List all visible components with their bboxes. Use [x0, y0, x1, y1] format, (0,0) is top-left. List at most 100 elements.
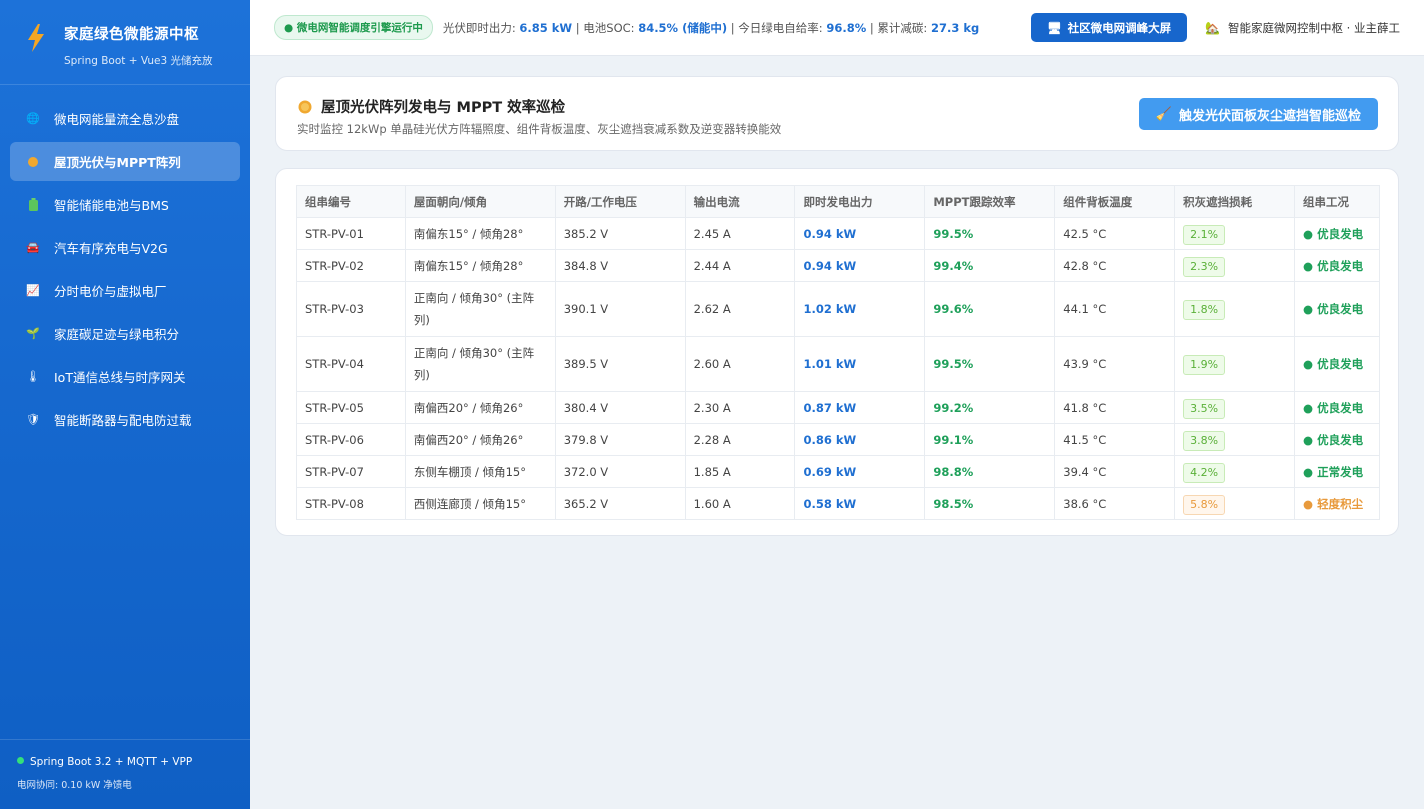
power-output-cell: 1.01 kW — [794, 336, 926, 392]
voltage-cell: 380.4 V — [554, 391, 686, 424]
power-output-cell: 1.02 kW — [794, 281, 926, 337]
sidebar-item-6[interactable]: 🌡 IoT通信总线与时序网关 — [10, 357, 240, 396]
backplate-temp-cell: 42.5 °C — [1054, 217, 1176, 250]
power-output: 1.02 kW — [803, 302, 857, 316]
sidebar-item-1[interactable]: 屋顶光伏与MPPT阵列 — [10, 142, 240, 181]
dust-loss-cell: 5.8% — [1174, 487, 1296, 520]
live-stats: 光伏即时出力: 6.85 kW | 电池SOC: 84.5% (储能中) | 今… — [443, 20, 979, 36]
voltage-cell: 385.2 V — [554, 217, 686, 250]
power-output: 0.69 kW — [803, 464, 857, 479]
sidebar-item-label: 智能储能电池与BMS — [54, 198, 169, 213]
string-status: ● 优良发电 — [1303, 258, 1364, 273]
string-status: ● 优良发电 — [1303, 432, 1364, 447]
power-output-cell: 0.94 kW — [794, 249, 926, 282]
string-status-cell: ● 优良发电 — [1294, 281, 1380, 337]
string-status-cell: ● 优良发电 — [1294, 423, 1380, 456]
brush-icon: 🧹 — [1155, 106, 1172, 122]
power-output-cell: 0.94 kW — [794, 217, 926, 250]
user-info[interactable]: 🏡 智能家庭微网控制中枢 · 业主薛工 — [1205, 20, 1400, 36]
power-output-cell: 0.87 kW — [794, 391, 926, 424]
page-subtitle: 实时监控 12kWp 单晶硅光伏方阵辐照度、组件背板温度、灰尘遮挡衰减系数及逆变… — [297, 122, 782, 136]
sidebar-item-0[interactable]: 🌐 微电网能量流全息沙盘 — [10, 99, 240, 138]
backplate-temp: 42.5 °C — [1063, 226, 1107, 241]
string-id-cell: STR-PV-02 — [296, 249, 406, 282]
orientation-cell: 南偏东15° / 倾角28° — [404, 249, 556, 282]
dust-loss: 3.5% — [1183, 398, 1226, 419]
table-row[interactable]: STR-PV-02 南偏东15° / 倾角28° 384.8 V 2.44 A 0.94… — [296, 249, 1380, 282]
sidebar-footer: Spring Boot 3.2 + MQTT + VPP 电网协同: 0.10 … — [0, 739, 250, 809]
sidebar-item-2[interactable]: 智能储能电池与BMS — [10, 185, 240, 224]
backplate-temp-cell: 41.5 °C — [1054, 423, 1176, 456]
string-status: ● 轻度积尘 — [1303, 496, 1364, 511]
orientation-cell: 南偏西20° / 倾角26° — [404, 423, 556, 456]
sidebar: 家庭绿色微能源中枢 Spring Boot + Vue3 光储充放 🌐 微电网能量… — [0, 0, 250, 809]
string-status-cell: ● 优良发电 — [1294, 391, 1380, 424]
table-row[interactable]: STR-PV-03 正南向 / 倾角30° (主阵列) 390.1 V 2.62 A 1… — [296, 281, 1380, 337]
sidebar-item-5[interactable]: 🌱 家庭碳足迹与绿电积分 — [10, 314, 240, 353]
string-id: STR-PV-08 — [305, 496, 364, 511]
sidebar-item-4[interactable]: 📈 分时电价与虚拟电厂 — [10, 271, 240, 310]
pv-value: 6.85 kW — [519, 20, 573, 35]
table-row[interactable]: STR-PV-01 南偏东15° / 倾角28° 385.2 V 2.45 A 0.94… — [296, 217, 1380, 250]
table-row[interactable]: STR-PV-07 东侧车棚顶 / 倾角15° 372.0 V 1.85 A 0.69 … — [296, 455, 1380, 488]
backplate-temp: 43.9 °C — [1063, 357, 1107, 371]
sidebar-item-label: 汽车有序充电与V2G — [54, 241, 168, 256]
community-screen-button[interactable]: 🖥 社区微电网调峰大屏 — [1030, 13, 1188, 42]
sprout-icon: 🌱 — [26, 327, 40, 340]
sidebar-nav: 🌐 微电网能量流全息沙盘 屋顶光伏与MPPT阵列智能储能电池与BMS 🚘 汽车有序充电与… — [0, 85, 250, 439]
voltage: 379.8 V — [563, 432, 609, 447]
pv-label: 光伏即时出力: — [442, 20, 520, 35]
string-status-cell: ● 优良发电 — [1294, 336, 1380, 392]
column-header: MPPT跟踪效率 — [924, 185, 1056, 218]
battery-icon — [26, 198, 40, 212]
orientation-cell: 正南向 / 倾角30° (主阵列) — [404, 336, 556, 392]
power-output: 1.01 kW — [803, 357, 857, 371]
string-id: STR-PV-06 — [305, 432, 364, 447]
backplate-temp-cell: 43.9 °C — [1054, 336, 1176, 392]
string-status-cell: ● 优良发电 — [1294, 249, 1380, 282]
string-id-cell: STR-PV-03 — [296, 281, 406, 337]
column-header: 即时发电出力 — [794, 185, 926, 218]
string-id: STR-PV-07 — [305, 464, 364, 479]
current-cell: 2.44 A — [684, 249, 796, 282]
string-table-card: 组串编号 屋面朝向/倾角 开路/工作电压 输出电流 即时发电出力 MPPT跟踪效率 组件背板… — [275, 168, 1399, 536]
mppt-efficiency: 99.6% — [933, 302, 974, 316]
orientation: 正南向 / 倾角30° (主阵列) — [413, 346, 535, 382]
string-id: STR-PV-01 — [305, 226, 364, 241]
current-cell: 1.60 A — [684, 487, 796, 520]
dust-loss-cell: 2.3% — [1174, 249, 1296, 282]
backplate-temp-cell: 38.6 °C — [1054, 487, 1176, 520]
backplate-temp: 41.5 °C — [1063, 432, 1107, 447]
mppt-efficiency-cell: 99.2% — [924, 391, 1056, 424]
voltage-cell: 384.8 V — [554, 249, 686, 282]
mppt-efficiency-cell: 99.5% — [924, 217, 1056, 250]
string-status: ● 优良发电 — [1303, 302, 1364, 316]
current-cell: 1.85 A — [684, 455, 796, 488]
backplate-temp: 42.8 °C — [1063, 258, 1107, 273]
engine-status-badge: ● 微电网智能调度引擎运行中 — [274, 15, 433, 40]
table-row[interactable]: STR-PV-06 南偏西20° / 倾角26° 379.8 V 2.28 A 0.86… — [296, 423, 1380, 456]
sidebar-item-7[interactable]: 🛡 智能断路器与配电防过载 — [10, 400, 240, 439]
backplate-temp: 39.4 °C — [1063, 464, 1107, 479]
current-cell: 2.62 A — [684, 281, 796, 337]
sidebar-item-3[interactable]: 🚘 汽车有序充电与V2G — [10, 228, 240, 267]
dust-patrol-button[interactable]: 🧹 触发光伏面板灰尘遮挡智能巡检 — [1138, 98, 1378, 130]
mppt-efficiency-cell: 99.4% — [924, 249, 1056, 282]
backplate-temp-cell: 44.1 °C — [1054, 281, 1176, 337]
current: 2.44 A — [693, 258, 731, 273]
orientation-cell: 西侧连廊顶 / 倾角15° — [404, 487, 556, 520]
mppt-efficiency: 98.5% — [933, 496, 974, 511]
string-id-cell: STR-PV-07 — [296, 455, 406, 488]
table-row[interactable]: STR-PV-04 正南向 / 倾角30° (主阵列) 389.5 V 2.60 A 1… — [296, 336, 1380, 392]
power-output: 0.86 kW — [803, 432, 857, 447]
backplate-temp: 44.1 °C — [1063, 302, 1107, 316]
table-row[interactable]: STR-PV-05 南偏西20° / 倾角26° 380.4 V 2.30 A 0.87… — [296, 391, 1380, 424]
sidebar-item-label: IoT通信总线与时序网关 — [54, 370, 186, 385]
mppt-efficiency-cell: 98.5% — [924, 487, 1056, 520]
mppt-efficiency: 99.1% — [933, 432, 974, 447]
page-title: 屋顶光伏阵列发电与 MPPT 效率巡检 — [297, 96, 565, 117]
table-row[interactable]: STR-PV-08 西侧连廊顶 / 倾角15° 365.2 V 1.60 A 0.58 … — [296, 487, 1380, 520]
globe-icon: 🌐 — [26, 112, 40, 125]
table-body: STR-PV-01 南偏东15° / 倾角28° 385.2 V 2.45 A 0.94… — [296, 217, 1380, 520]
string-status-cell: ● 优良发电 — [1294, 217, 1380, 250]
